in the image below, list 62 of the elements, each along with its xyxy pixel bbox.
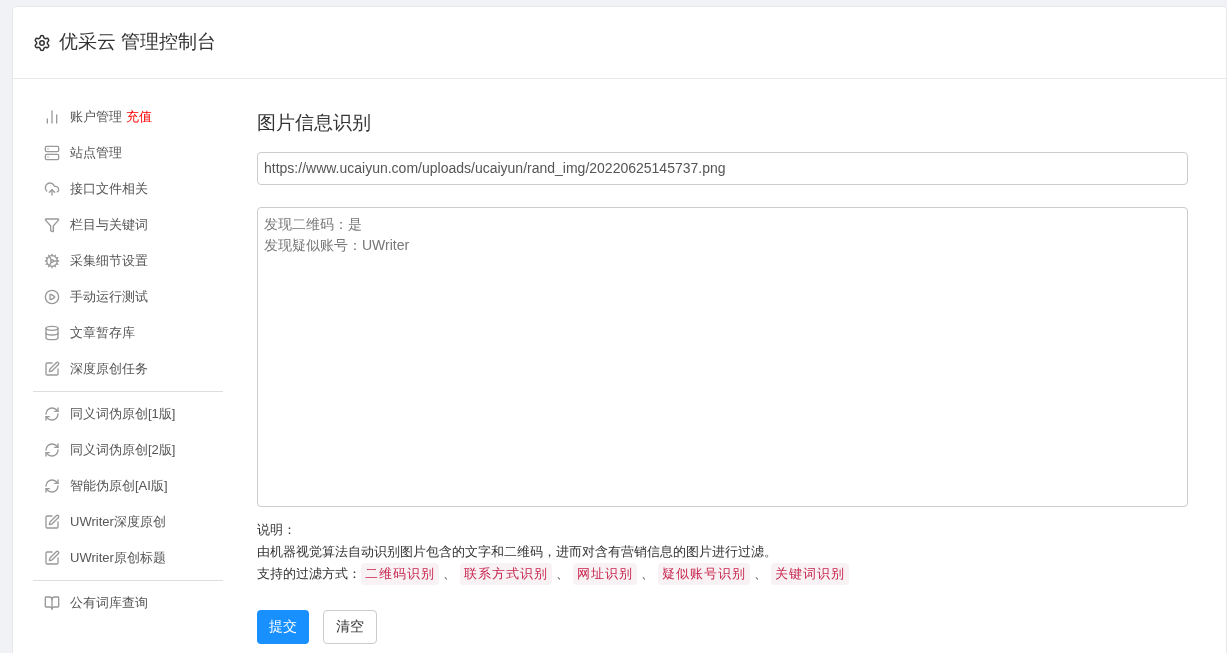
sidebar-label: 智能伪原创[AI版] <box>70 477 168 496</box>
bar-chart-icon <box>44 109 60 125</box>
filter-tag: 关键词识别 <box>771 562 849 585</box>
sidebar-label: 栏目与关键词 <box>70 216 148 235</box>
separator: 、 <box>556 565 569 583</box>
refresh-icon <box>44 478 60 494</box>
database-icon <box>44 325 60 341</box>
filter-tag: 联系方式识别 <box>460 562 552 585</box>
sidebar-label: 接口文件相关 <box>70 180 148 199</box>
filter-tag: 二维码识别 <box>361 562 439 585</box>
sidebar-item[interactable]: 公有词库查询 <box>33 585 223 621</box>
cloud-upload-icon <box>44 181 60 197</box>
sidebar-label: 站点管理 <box>70 144 122 163</box>
section-title: 图片信息识别 <box>257 111 372 135</box>
sidebar-item[interactable]: 栏目与关键词 <box>33 207 223 243</box>
sidebar-item[interactable]: 站点管理 <box>33 135 223 171</box>
sidebar-item[interactable]: 深度原创任务 <box>33 351 223 387</box>
sidebar-item[interactable]: 文章暂存库 <box>33 315 223 351</box>
filter-tag: 网址识别 <box>573 562 637 585</box>
separator: 、 <box>641 565 654 583</box>
sidebar-item[interactable]: 采集细节设置 <box>33 243 223 279</box>
sidebar-item[interactable]: 账户管理 充值 <box>33 99 223 135</box>
filter-tag: 疑似账号识别 <box>658 562 750 585</box>
result-line: 发现疑似账号：UWriter <box>264 235 411 255</box>
filters-label: 支持的过滤方式： <box>257 565 361 583</box>
edit-icon <box>44 550 60 566</box>
page-title: 优采云 管理控制台 <box>59 30 217 55</box>
result-line: 发现二维码：是 <box>264 214 363 234</box>
recharge-link[interactable]: 充值 <box>126 107 152 127</box>
note-text: 由机器视觉算法自动识别图片包含的文字和二维码，进而对含有营销信息的图片进行过滤。 <box>257 543 778 561</box>
server-icon <box>44 145 60 161</box>
sidebar-label: 账户管理 <box>70 108 122 127</box>
sidebar-label: 深度原创任务 <box>70 360 148 379</box>
result-text-area[interactable]: 发现二维码：是 发现疑似账号：UWriter <box>257 206 1188 507</box>
refresh-icon <box>44 442 60 458</box>
sidebar-label: 同义词伪原创[1版] <box>70 405 176 424</box>
play-icon <box>44 289 60 305</box>
edit-icon <box>44 361 60 377</box>
sidebar-item[interactable]: 同义词伪原创[2版] <box>33 432 223 468</box>
sidebar-label: 手动运行测试 <box>70 288 148 307</box>
refresh-icon <box>44 406 60 422</box>
book-icon <box>44 595 60 611</box>
sidebar-label: 采集细节设置 <box>70 252 148 271</box>
sidebar-item[interactable]: 智能伪原创[AI版] <box>33 468 223 504</box>
sidebar-label: 同义词伪原创[2版] <box>70 441 176 460</box>
url-field[interactable]: https://www.ucaiyun.com/uploads/ucaiyun/rand_img/20220625145737.png <box>257 151 1188 185</box>
edit-icon <box>44 514 60 530</box>
separator: 、 <box>754 565 767 583</box>
settings-icon <box>33 33 51 52</box>
sidebar-item[interactable]: 接口文件相关 <box>33 171 223 207</box>
sidebar-item[interactable]: 同义词伪原创[1版] <box>33 396 223 432</box>
separator: 、 <box>443 565 456 583</box>
sidebar-label: 公有词库查询 <box>70 594 148 613</box>
note-label: 说明： <box>257 521 297 539</box>
sidebar-label: 文章暂存库 <box>70 324 135 343</box>
filter-icon <box>44 217 60 233</box>
sidebar-item[interactable]: UWriter深度原创 <box>33 504 223 540</box>
clear-button[interactable]: 清空 <box>323 609 377 644</box>
sidebar-item[interactable]: 手动运行测试 <box>33 279 223 315</box>
sidebar-label: UWriter深度原创 <box>70 513 166 532</box>
sidebar-label: UWriter原创标题 <box>70 549 166 568</box>
sidebar-item[interactable]: UWriter原创标题 <box>33 540 223 576</box>
